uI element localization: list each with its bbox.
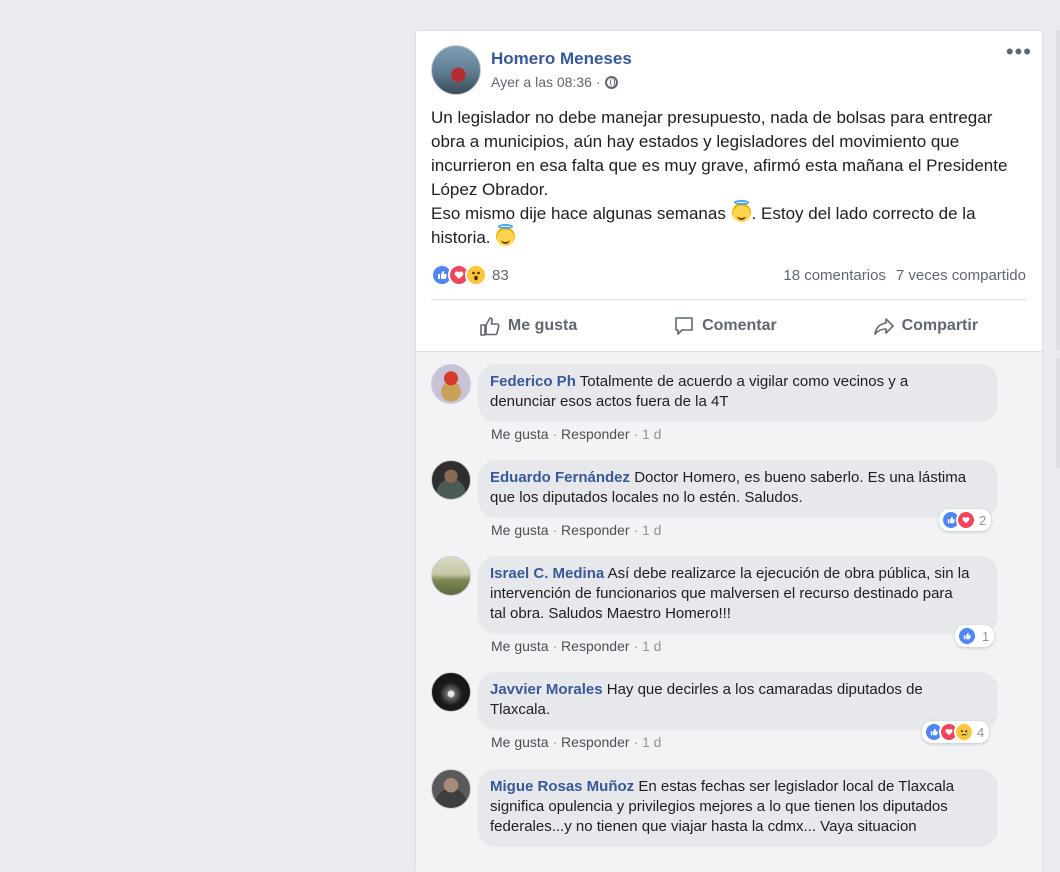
share-button[interactable]: Compartir [853,311,998,341]
commenter-avatar[interactable] [431,672,471,712]
divider [431,299,1026,300]
post-card: Homero Meneses Ayer a las 08:36 · ••• Un… [415,30,1043,872]
comment-age[interactable]: 1 d [642,734,661,750]
wow-reaction-icon[interactable] [465,264,487,286]
shares-count[interactable]: 7 veces compartido [896,267,1026,284]
comment-reaction-count: 4 [977,724,985,740]
commenter-avatar[interactable] [431,364,471,404]
comment-bubble: Javvier Morales Hay que decirles a los c… [478,672,998,730]
comment-like-link[interactable]: Me gusta [491,734,549,750]
comment-reactions[interactable]: 4 [922,721,990,743]
comment-button-label: Comentar [702,317,777,334]
comment-reply-link[interactable]: Responder [561,734,630,750]
post-meta: Ayer a las 08:36 · [491,74,618,90]
commenter-avatar[interactable] [431,769,471,809]
commenter-name[interactable]: Migue Rosas Muñoz [490,778,634,795]
comment-bubble: Israel C. Medina Así debe realizarce la … [478,556,998,634]
share-button-label: Compartir [901,317,979,334]
adjacent-column-edge-lower [1056,358,1060,468]
post-paragraph-2-start: Eso mismo dije hace algunas semanas [431,204,726,223]
sad-reaction-icon [954,722,974,742]
comment-reply-link[interactable]: Responder [561,522,630,538]
comments-count[interactable]: 18 comentarios [783,267,886,284]
globe-icon[interactable] [604,75,618,89]
comment-bubble: Federico Ph Totalmente de acuerdo a vigi… [478,364,998,422]
commenter-name[interactable]: Israel C. Medina [490,565,604,582]
smiling-halo-emoji-icon [496,224,516,246]
post-paragraph-2: Eso mismo dije hace algunas semanas . Es… [431,200,1031,250]
comment-bubble: Migue Rosas Muñoz En estas fechas ser le… [478,769,998,847]
thumbs-up-icon [480,317,500,336]
more-options-icon[interactable]: ••• [1006,41,1032,63]
adjacent-column-edge [1056,30,1060,350]
reaction-count[interactable]: 83 [492,267,509,284]
commenter-name[interactable]: Federico Ph [490,373,576,390]
post-timestamp[interactable]: Ayer a las 08:36 [491,74,592,90]
post-action-bar: Me gusta Comentar Compartir [431,309,1026,343]
comment-age[interactable]: 1 d [642,426,661,442]
post-author-name[interactable]: Homero Meneses [491,49,632,69]
commenter-name[interactable]: Eduardo Fernández [490,469,630,486]
post-body: Un legislador no debe manejar presupuest… [431,106,1031,250]
comment-reply-link[interactable]: Responder [561,638,630,654]
share-arrow-icon [873,318,894,335]
like-button[interactable]: Me gusta [459,311,597,341]
comment-actions: Me gusta · Responder · 1 d [491,522,662,538]
like-button-label: Me gusta [507,317,578,334]
comment-age[interactable]: 1 d [642,638,661,654]
comment-reactions[interactable]: 2 [939,509,992,531]
comment-like-link[interactable]: Me gusta [491,522,549,538]
comment-reaction-count: 1 [982,628,990,644]
author-avatar[interactable] [431,45,481,95]
love-reaction-icon [956,510,976,530]
meta-separator: · [595,74,601,90]
like-reaction-icon [957,626,977,646]
comment-like-link[interactable]: Me gusta [491,638,549,654]
comment-actions: Me gusta · Responder · 1 d [491,426,662,442]
comment-age[interactable]: 1 d [642,522,661,538]
comment-actions: Me gusta · Responder · 1 d [491,734,662,750]
post-reactions-summary: 83 18 comentarios 7 veces compartido [431,264,1026,286]
comment-button[interactable]: Comentar [653,311,797,341]
comments-section: Federico Ph Totalmente de acuerdo a vigi… [416,351,1042,872]
post-paragraph-1: Un legislador no debe manejar presupuest… [431,108,1008,199]
comment-reaction-count: 2 [979,512,987,528]
comment-actions: Me gusta · Responder · 1 d [491,638,662,654]
commenter-avatar[interactable] [431,556,471,596]
comment-reactions[interactable]: 1 [955,625,995,647]
comment-like-link[interactable]: Me gusta [491,426,549,442]
comment-bubble: Eduardo Fernández Doctor Homero, es buen… [478,460,998,518]
smiling-halo-emoji-icon [731,200,751,222]
speech-bubble-icon [675,317,693,335]
commenter-avatar[interactable] [431,460,471,500]
commenter-name[interactable]: Javvier Morales [490,681,603,698]
comment-reply-link[interactable]: Responder [561,426,630,442]
engagement-counts: 18 comentarios 7 veces compartido [783,267,1026,284]
